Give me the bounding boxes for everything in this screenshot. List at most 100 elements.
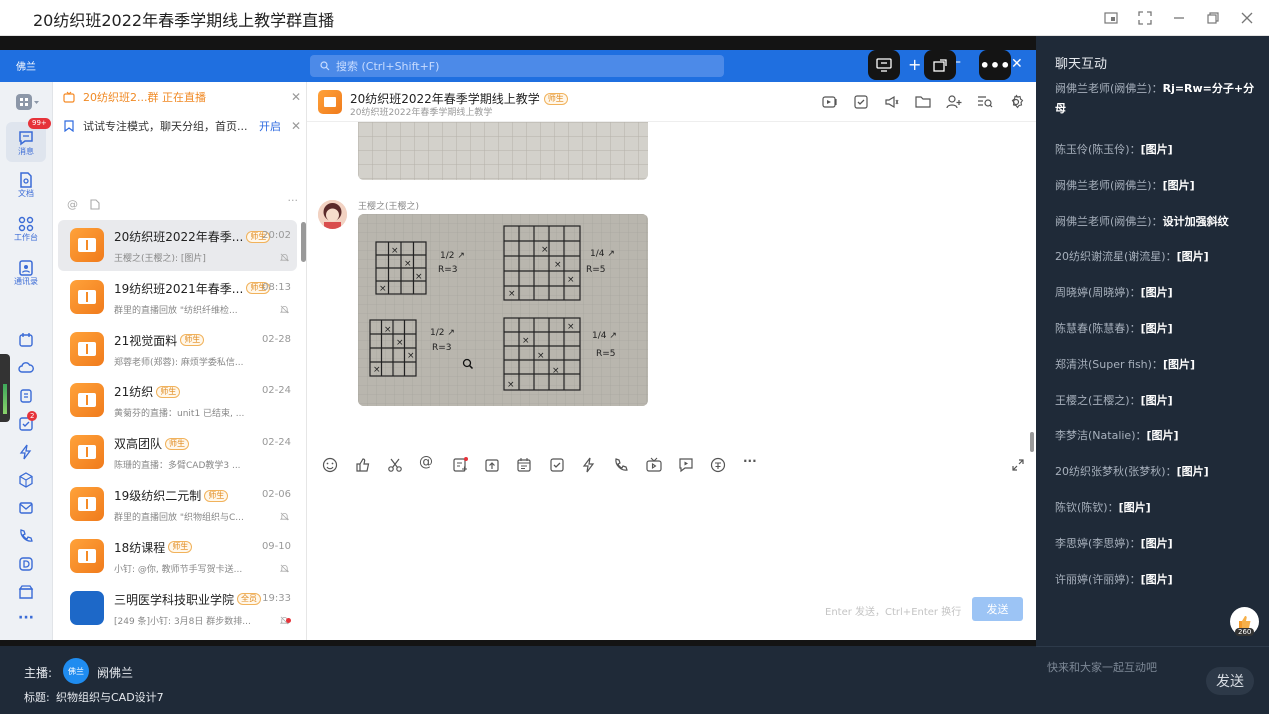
upload-icon[interactable] [484, 457, 500, 473]
comment-text: [图片] [1140, 143, 1173, 156]
nav-docs[interactable]: 文档 [6, 172, 46, 206]
share-window-icon[interactable] [924, 50, 956, 80]
live-notice[interactable]: 20纺织班2...群 正在直播 ✕ [63, 84, 301, 110]
nav-messages[interactable]: 消息 99+ [6, 118, 51, 162]
conversation-item[interactable]: 19纺织班2021年春季... 师生 08:13 群里的直播回放 "纺织纤维检... [58, 272, 297, 323]
enable-focus-link[interactable]: 开启 [259, 118, 281, 134]
send-button[interactable]: 发送 [972, 597, 1023, 621]
conversation-item[interactable]: 双高团队 师生 02-24 陈珊的直播：多臂CAD教学3 ... [58, 427, 297, 478]
phone-icon[interactable] [18, 528, 34, 544]
previous-image-message[interactable] [358, 122, 648, 180]
conversation-name: 19级纺织二元制 [114, 489, 202, 503]
comment-item: 陈慧春(陈慧春)：[图片] [1055, 319, 1260, 339]
conversation-item[interactable]: 18纺课程 师生 09-10 小钉: @你, 教师节手写贺卡送... [58, 531, 297, 582]
comment-text: [图片] [1146, 429, 1179, 443]
conversation-item[interactable]: 20纺织班2022年春季... 师生 20:02 王樱之(王樱之): [图片] [58, 220, 297, 271]
list-scrollbar[interactable] [301, 222, 306, 262]
app-brand: 佛兰 [16, 62, 36, 73]
focus-notice-text: 试试专注模式，聊天分组，首页... [83, 120, 248, 133]
doc-edit-icon[interactable] [452, 457, 468, 473]
nav-contacts[interactable]: 通讯录 [6, 260, 46, 294]
minimize-icon[interactable] [1167, 6, 1191, 30]
ding-lightning-icon[interactable] [581, 457, 597, 473]
ding-icon[interactable] [18, 388, 34, 404]
d-app-icon[interactable] [18, 556, 34, 572]
live-icon[interactable] [646, 457, 662, 473]
nav-workbench[interactable]: 工作台 [6, 216, 46, 250]
sender-avatar[interactable] [318, 200, 347, 229]
comment-item: 陈玉伶(陈玉伶)：[图片] [1055, 140, 1260, 160]
handwriting-8: R=5 [596, 349, 616, 359]
thumbs-up-icon[interactable] [355, 457, 371, 473]
nav-label: 文档 [18, 189, 34, 198]
list-more-icon[interactable]: ··· [288, 194, 299, 207]
comment-item: 20纺织张梦秋(张梦秋)：[图片] [1055, 462, 1260, 482]
announcement-icon[interactable] [884, 94, 900, 110]
conversation-time: 02-24 [261, 385, 291, 397]
live-replay-icon[interactable] [822, 94, 838, 110]
close-notice-icon[interactable]: ✕ [291, 119, 301, 133]
cloud-icon[interactable] [18, 360, 34, 376]
close-notice-icon[interactable]: ✕ [291, 90, 301, 104]
handwriting-5: 1/2 ↗ [430, 328, 455, 338]
search-input[interactable]: 搜索 (Ctrl+Shift+F) [310, 55, 724, 77]
schedule-icon[interactable] [516, 457, 532, 473]
emoji-icon[interactable] [322, 457, 338, 473]
app-close-icon[interactable]: ✕ [1011, 56, 1023, 72]
mention-filter-icon[interactable]: @ [67, 198, 78, 211]
call-icon[interactable] [613, 457, 629, 473]
conversation-item[interactable]: 三明医学科技职业学院 全员 19:33 [249 条]小钉: 3月8日 群步数排... [58, 583, 297, 634]
close-icon[interactable] [1235, 6, 1259, 30]
group-avatar [70, 487, 104, 521]
conversation-name: 21纺织 [114, 385, 154, 400]
more-options-icon[interactable]: ••• [979, 50, 1011, 80]
image-message[interactable]: × × × × × × × × × × × × × × × × × 1/2 ↗ R=3 1/4 ↗ R=5… [358, 214, 648, 406]
lightning-icon[interactable] [18, 444, 34, 460]
expand-input-icon[interactable] [1010, 457, 1026, 473]
screenshot-icon[interactable] [1099, 6, 1123, 30]
fullscreen-icon[interactable] [1133, 6, 1157, 30]
cube-icon[interactable] [18, 472, 34, 488]
conversation-item[interactable]: 21视觉面料 师生 02-28 郑蓉老师(郑蓉): 麻烦学委私信... [58, 324, 297, 375]
mention-icon[interactable]: @ [419, 454, 435, 470]
school-icon[interactable] [710, 457, 726, 473]
comment-user: 李思婷(李思婷)： [1055, 536, 1141, 550]
search-history-icon[interactable] [977, 94, 993, 110]
conversation-item[interactable]: 19级纺织二元制 师生 02-06 群里的直播回放 "织物组织与C... [58, 479, 297, 530]
conversation-item[interactable]: 21纺织 师生 02-24 黄菊芬的直播：unit1 已结束, ... [58, 375, 297, 426]
comment-send-button[interactable]: 发送 [1206, 667, 1254, 695]
comment-text: [图片] [1140, 536, 1173, 550]
task-icon[interactable] [853, 94, 869, 110]
settings-icon[interactable] [1008, 94, 1024, 110]
comment-item: 李思婷(李思婷)：[图片] [1055, 534, 1260, 554]
file-filter-icon[interactable] [90, 199, 100, 210]
todo-nav[interactable]: 2 [18, 411, 38, 432]
box-icon[interactable] [18, 584, 34, 600]
input-hint: Enter 发送，Ctrl+Enter 换行 [825, 607, 962, 618]
host-label: 主播: [24, 666, 53, 680]
comment-input[interactable]: 快来和大家一起互动吧 [1047, 659, 1157, 675]
like-count: 260 [1235, 628, 1255, 636]
group-avatar [70, 331, 104, 366]
conversation-item[interactable]: 佛兰我（阙佛兰）08-25[文件] [58, 634, 297, 640]
more-nav-icon[interactable]: ··· [18, 610, 34, 626]
more-tools-icon[interactable]: ··· [743, 454, 759, 470]
scissors-icon[interactable] [387, 457, 403, 473]
live-stream-window: 20纺织班2022年春季学期线上教学群直播 佛兰 搜索 (Ctrl+Shift+… [0, 0, 1269, 714]
calendar-icon[interactable] [18, 332, 34, 348]
screen-share-control-icon[interactable] [868, 50, 900, 80]
folder-icon[interactable] [915, 94, 931, 110]
nav-label: 工作台 [14, 233, 38, 242]
comment-text: 设计加强斜纹 [1162, 214, 1229, 228]
add-member-icon[interactable] [946, 94, 962, 110]
todo-icon[interactable] [549, 457, 565, 473]
mail-icon[interactable] [18, 500, 34, 516]
workspace-switch-icon[interactable] [14, 92, 39, 112]
video-message-icon[interactable] [678, 457, 694, 473]
handwriting-4: R=5 [586, 265, 606, 275]
chat-scrollbar[interactable] [1030, 432, 1034, 452]
restore-icon[interactable] [1201, 6, 1225, 30]
host-avatar[interactable]: 佛兰 [63, 658, 89, 684]
add-icon[interactable]: + [908, 55, 921, 74]
live-tv-icon [63, 91, 75, 103]
